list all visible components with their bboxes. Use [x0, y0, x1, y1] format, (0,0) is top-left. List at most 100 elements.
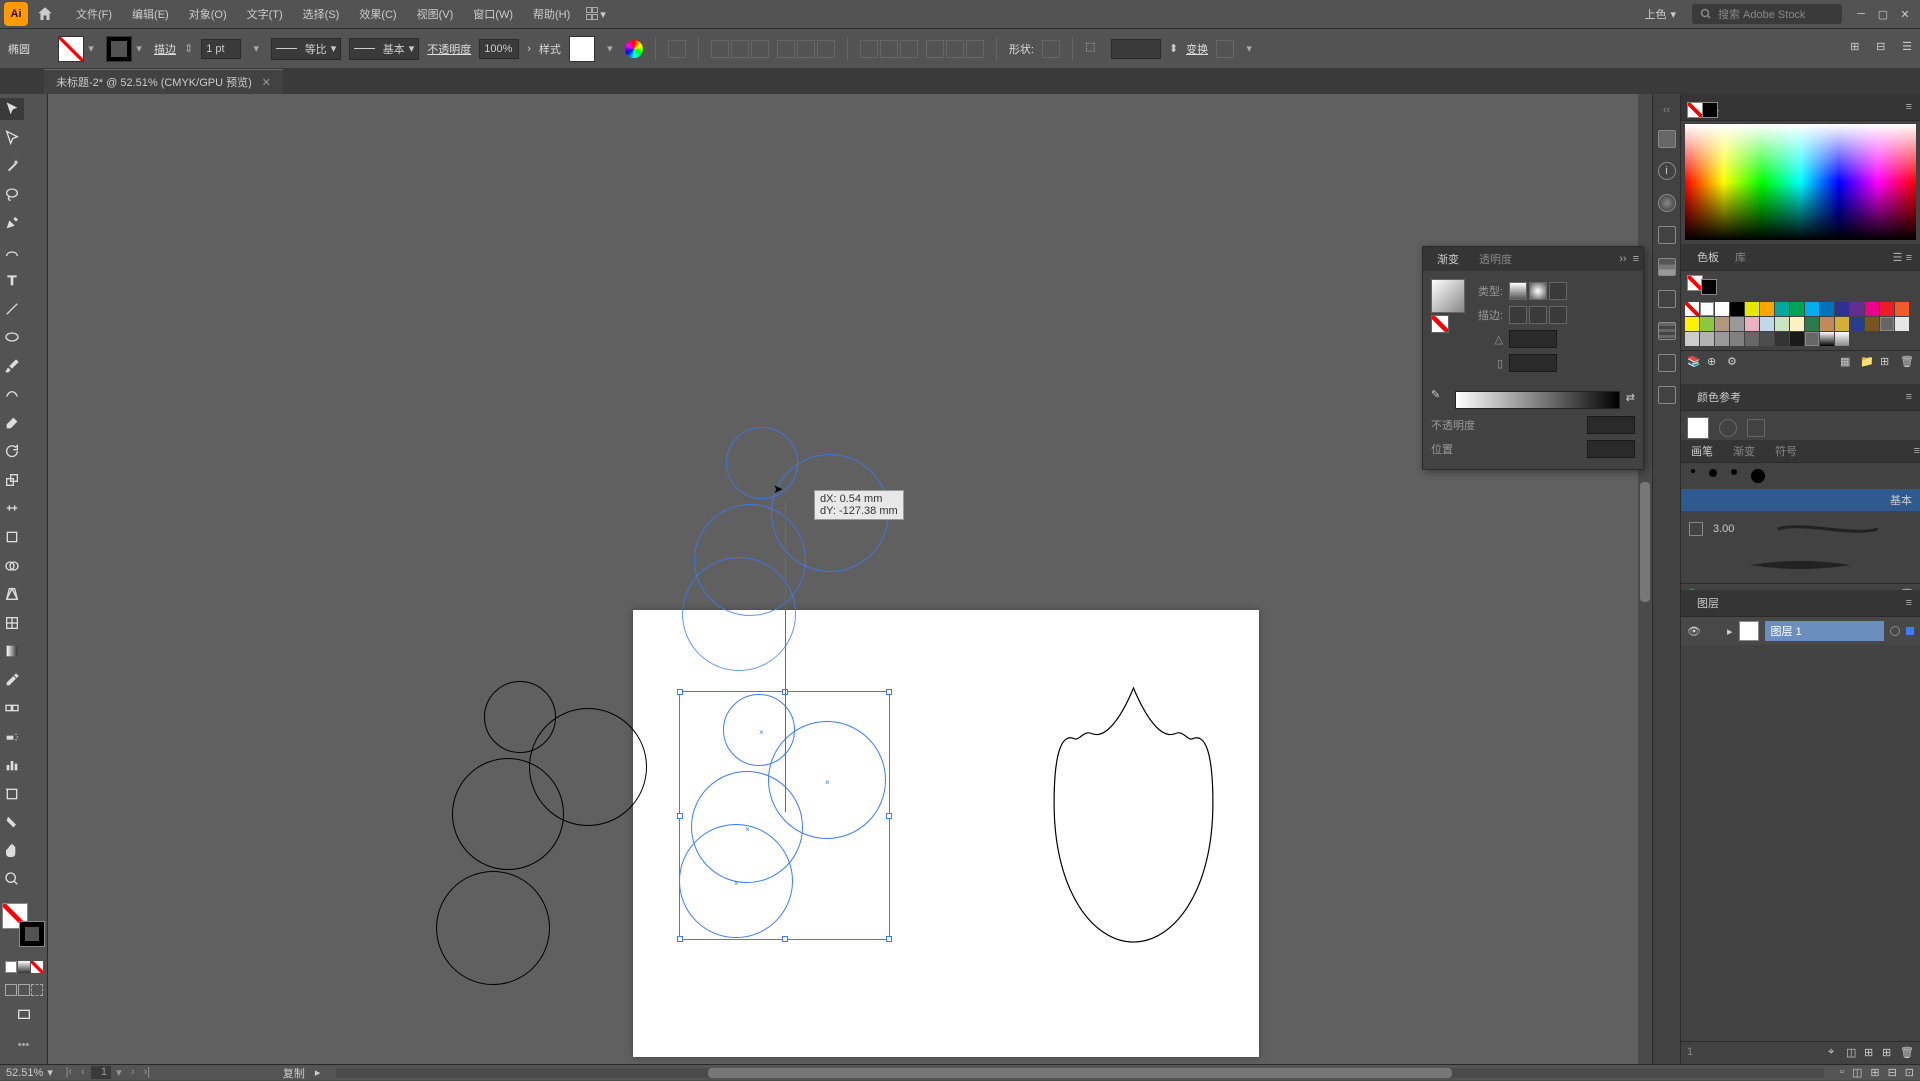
shape-builder-tool[interactable] [0, 555, 24, 577]
perspective-tool[interactable] [0, 583, 24, 605]
swatch[interactable] [1730, 302, 1744, 316]
swatch[interactable] [1895, 317, 1909, 331]
distribute-v2-icon[interactable] [880, 40, 898, 58]
swatch[interactable] [1730, 317, 1744, 331]
document-tab[interactable]: 未标题-2* @ 52.51% (CMYK/GPU 预览) ✕ [44, 69, 283, 94]
swatch[interactable] [1745, 317, 1759, 331]
opacity-slider-icon[interactable]: › [527, 43, 531, 55]
swatch[interactable] [1700, 332, 1714, 346]
swatch[interactable] [1760, 302, 1774, 316]
new-layer-icon[interactable]: ⊞ [1882, 1046, 1896, 1060]
selection-indicator[interactable] [1906, 627, 1914, 635]
delete-swatch-icon[interactable]: 🗑 [1900, 355, 1914, 369]
menu-view[interactable]: 视图(V) [407, 6, 464, 22]
blend-tool[interactable] [0, 697, 24, 719]
swatch-options-icon[interactable]: ⚙ [1727, 355, 1741, 369]
swatch-menu-icon[interactable]: ⊕ [1707, 355, 1721, 369]
target-icon[interactable] [1890, 626, 1900, 636]
shape-circle[interactable] [436, 871, 550, 985]
base-color-swatch[interactable] [1687, 417, 1709, 439]
brushes-menu-icon[interactable]: ≡ [1914, 445, 1920, 457]
brush-dot-med[interactable] [1709, 469, 1717, 477]
graphic-styles-icon[interactable] [1658, 226, 1676, 244]
color-spectrum[interactable] [1685, 124, 1916, 240]
layer-name[interactable]: 图层 1 [1771, 623, 1802, 639]
swatch[interactable] [1790, 317, 1804, 331]
swatch[interactable] [1805, 317, 1819, 331]
symbol-sprayer-tool[interactable] [0, 726, 24, 748]
swatch-none[interactable] [1685, 302, 1699, 316]
prev-artboard-icon[interactable]: ‹ [77, 1066, 89, 1079]
swatch[interactable] [1820, 302, 1834, 316]
hscroll-thumb[interactable] [708, 1068, 1452, 1078]
color-mode-icon[interactable] [5, 961, 17, 973]
eraser-tool[interactable] [0, 412, 24, 434]
swatches-tab[interactable]: 色板 [1689, 247, 1727, 267]
swatch[interactable] [1865, 317, 1879, 331]
locate-object-icon[interactable]: ⌖ [1828, 1046, 1842, 1060]
align-vcenter-icon[interactable] [797, 40, 815, 58]
gradient-tool-icon[interactable]: ✎ [1431, 388, 1449, 406]
stroke-grad-1-icon[interactable] [1509, 306, 1527, 324]
layer-row[interactable]: 👁 ▸ 图层 1 [1681, 617, 1920, 645]
swatch[interactable] [1820, 332, 1834, 346]
swatch-view-icon[interactable]: ☰ [1893, 252, 1903, 264]
rotate-tool[interactable] [0, 440, 24, 462]
swatch-registration[interactable] [1700, 302, 1714, 316]
shape-expand-icon[interactable] [1042, 40, 1060, 58]
colorguide-menu-icon[interactable]: ≡ [1906, 391, 1912, 403]
sb-icon-5[interactable]: ⊡ [1905, 1066, 1914, 1079]
stroke-weight-input[interactable] [201, 39, 241, 59]
symbols-tab[interactable]: 符号 [1765, 440, 1807, 462]
maximize-button[interactable]: ▢ [1872, 5, 1894, 23]
swatch-stroke-indicator[interactable] [1701, 279, 1717, 295]
fill-indicator[interactable] [1687, 102, 1703, 118]
align-bottom-icon[interactable] [817, 40, 835, 58]
eyedropper-tool[interactable] [0, 669, 24, 691]
artboard-dropdown-icon[interactable]: ▾ [113, 1066, 125, 1079]
preferences-icon[interactable]: ⊟ [1876, 40, 1894, 58]
swatch-group[interactable] [1805, 332, 1819, 346]
recolor-artwork-icon[interactable] [625, 40, 643, 58]
type-tool[interactable] [0, 269, 24, 291]
pen-tool[interactable] [0, 212, 24, 234]
swatch[interactable] [1850, 317, 1864, 331]
magic-wand-tool[interactable] [0, 155, 24, 177]
freeform-gradient-icon[interactable] [1549, 282, 1567, 300]
transform-dropdown[interactable]: ▾ [1242, 42, 1256, 55]
paintbrush-tool[interactable] [0, 355, 24, 377]
harmony-icon[interactable] [1719, 419, 1737, 437]
draw-inside-icon[interactable] [31, 984, 43, 996]
align-icon-1[interactable] [668, 40, 686, 58]
swatch[interactable] [1850, 302, 1864, 316]
swatch[interactable] [1775, 317, 1789, 331]
visibility-icon[interactable]: 👁 [1687, 625, 1701, 638]
menu-help[interactable]: 帮助(H) [523, 6, 580, 22]
fill-swatch[interactable] [58, 36, 84, 62]
new-swatch-icon[interactable]: ⊞ [1880, 355, 1894, 369]
panel-menu-icon[interactable]: ≡ [1633, 253, 1639, 265]
linear-gradient-icon[interactable] [1509, 282, 1527, 300]
menu-effect[interactable]: 效果(C) [349, 6, 406, 22]
link-wh-icon[interactable]: ⬍ [1169, 42, 1178, 55]
appearance-icon[interactable] [1658, 194, 1676, 212]
stroke-weight-down[interactable]: ⇕ [184, 42, 193, 55]
make-clipping-mask-icon[interactable]: ◫ [1846, 1046, 1860, 1060]
asset-export-icon[interactable] [1658, 290, 1676, 308]
distribute-v1-icon[interactable] [860, 40, 878, 58]
stroke-indicator[interactable] [1702, 102, 1718, 118]
shaper-tool[interactable] [0, 383, 24, 405]
delete-layer-icon[interactable]: 🗑 [1900, 1046, 1914, 1060]
align-right-icon[interactable] [751, 40, 769, 58]
gradient-fill-indicator[interactable] [1431, 315, 1449, 333]
shape-circle[interactable] [452, 758, 564, 870]
align-hcenter-icon[interactable] [731, 40, 749, 58]
swatch[interactable] [1685, 332, 1699, 346]
direct-selection-tool[interactable] [0, 127, 24, 149]
ellipse-tool[interactable] [0, 326, 24, 348]
stroke-grad-3-icon[interactable] [1549, 306, 1567, 324]
reverse-gradient-icon[interactable]: ⇄ [1626, 391, 1635, 404]
links-icon[interactable] [1658, 386, 1676, 404]
opacity-input[interactable] [479, 39, 519, 59]
swatch[interactable] [1700, 317, 1714, 331]
